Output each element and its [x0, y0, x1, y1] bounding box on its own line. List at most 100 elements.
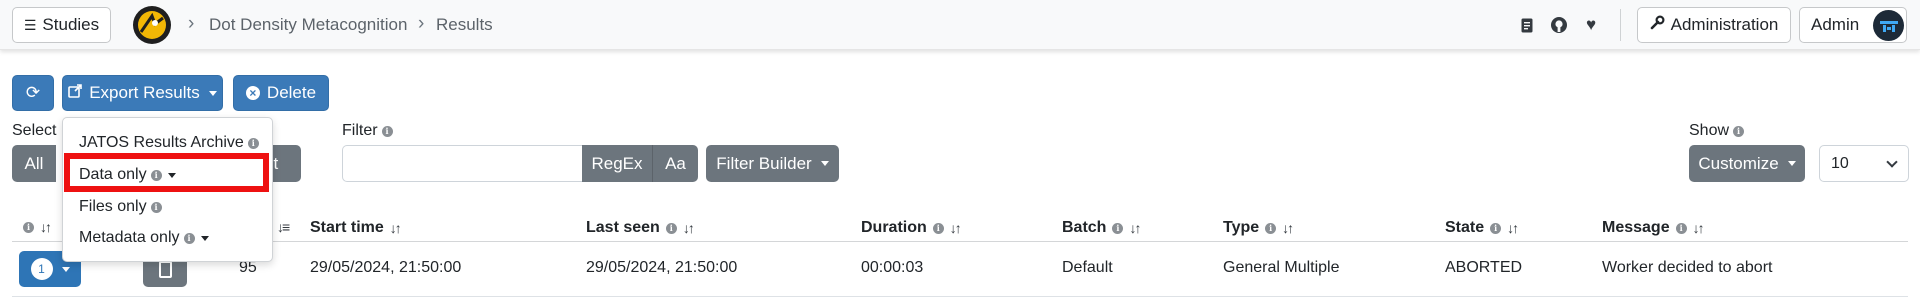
- sort-icon[interactable]: ↓↑: [1693, 220, 1705, 236]
- sort-icon[interactable]: ↓↑: [683, 220, 695, 236]
- x-circle-icon: ×: [245, 86, 260, 100]
- info-icon[interactable]: i: [150, 201, 162, 213]
- export-results-label: Export Results: [89, 83, 200, 102]
- menu-item-jatos-archive[interactable]: JATOS Results Archive i: [79, 134, 259, 152]
- cell-batch: Default: [1062, 259, 1113, 276]
- highlight-box: [64, 153, 269, 192]
- breadcrumb-study[interactable]: Dot Density Metacognition: [209, 15, 407, 35]
- top-navbar: ☰ Studies › Dot Density Metacognition › …: [0, 0, 1920, 50]
- show-label: Show i: [1689, 122, 1745, 140]
- cell-last-seen: 29/05/2024, 21:50:00: [586, 259, 738, 276]
- header-id-column[interactable]: ↓≡: [277, 219, 290, 235]
- refresh-icon: ⟳: [25, 83, 41, 102]
- document-icon[interactable]: [1517, 15, 1537, 35]
- table-header-divider: [12, 241, 1908, 242]
- sort-descending-icon[interactable]: ↓≡: [277, 219, 290, 235]
- menu-item-jatos-archive-label: JATOS Results Archive: [79, 134, 244, 151]
- avatar: [1873, 10, 1904, 41]
- delete-label: Delete: [266, 83, 317, 102]
- info-icon[interactable]: i: [381, 125, 393, 137]
- chevron-down-icon: [208, 90, 217, 96]
- wrench-icon: [1650, 15, 1665, 35]
- sort-icon[interactable]: ↓↑: [1282, 220, 1294, 236]
- header-batch[interactable]: Batch i ↓↑: [1062, 219, 1141, 237]
- menu-item-files-only[interactable]: Files only i: [79, 198, 162, 216]
- checkbox-icon: [158, 260, 172, 278]
- info-icon[interactable]: i: [665, 222, 677, 234]
- cell-start-time: 29/05/2024, 21:50:00: [310, 259, 462, 276]
- page-size-select[interactable]: 10: [1819, 145, 1909, 182]
- header-select-column[interactable]: i ↓↑: [23, 219, 52, 235]
- header-duration[interactable]: Duration i ↓↑: [861, 219, 962, 237]
- info-icon[interactable]: i: [932, 222, 944, 234]
- row-count-badge: 1: [30, 258, 53, 280]
- menu-item-metadata-only-label: Metadata only: [79, 229, 180, 246]
- heart-icon[interactable]: ♥: [1581, 15, 1601, 35]
- sort-icon[interactable]: ↓↑: [1129, 220, 1141, 236]
- info-icon[interactable]: i: [23, 221, 34, 233]
- sort-icon[interactable]: ↓↑: [1507, 220, 1519, 236]
- header-message[interactable]: Message i ↓↑: [1602, 219, 1705, 237]
- studies-button[interactable]: ☰ Studies: [12, 7, 111, 43]
- filter-input[interactable]: [342, 145, 582, 182]
- header-duration-label: Duration: [861, 219, 927, 236]
- user-menu-button[interactable]: Admin: [1799, 7, 1907, 43]
- menu-item-metadata-only[interactable]: Metadata only i: [79, 229, 209, 247]
- regex-toggle[interactable]: RegEx: [582, 145, 652, 182]
- info-icon[interactable]: i: [1675, 222, 1687, 234]
- select-all-button[interactable]: All: [12, 145, 56, 182]
- chevron-down-icon: [820, 161, 829, 166]
- sort-icon[interactable]: ↓↑: [950, 220, 962, 236]
- info-icon[interactable]: i: [1733, 125, 1745, 137]
- chevron-down-icon: [1787, 161, 1796, 166]
- cell-type: General Multiple: [1223, 259, 1340, 276]
- administration-button[interactable]: Administration: [1637, 7, 1791, 43]
- logo-icon[interactable]: [133, 6, 171, 44]
- regex-label: RegEx: [591, 153, 643, 173]
- studies-button-label: Studies: [42, 15, 100, 34]
- select-all-label: All: [24, 153, 44, 173]
- filter-label-text: Filter: [342, 122, 378, 139]
- administration-label: Administration: [1670, 15, 1779, 34]
- refresh-button[interactable]: ⟳: [12, 75, 54, 111]
- info-icon[interactable]: i: [247, 137, 259, 149]
- chevron-down-icon: [61, 266, 70, 272]
- cell-message: Worker decided to abort: [1602, 259, 1773, 276]
- external-link-icon: [68, 83, 83, 103]
- filter-label: Filter i: [342, 122, 393, 140]
- header-last-seen[interactable]: Last seen i ↓↑: [586, 219, 695, 237]
- chevron-down-icon: [200, 235, 209, 241]
- info-icon[interactable]: i: [183, 232, 195, 244]
- filter-builder-label: Filter Builder: [716, 153, 812, 173]
- sort-icon[interactable]: ↓↑: [390, 220, 402, 236]
- customize-button[interactable]: Customize: [1689, 145, 1805, 182]
- chevron-right-icon: ›: [188, 13, 195, 34]
- select-label-text: Select: [12, 122, 57, 139]
- info-icon[interactable]: i: [1265, 222, 1277, 234]
- hamburger-icon: ☰: [23, 16, 37, 33]
- select-label: Select: [12, 122, 56, 140]
- header-start-time-label: Start time: [310, 219, 384, 236]
- menu-item-files-only-label: Files only: [79, 198, 147, 215]
- cell-duration: 00:00:03: [861, 259, 924, 276]
- header-start-time[interactable]: Start time ↓↑: [310, 219, 402, 237]
- delete-button[interactable]: × Delete: [233, 75, 329, 111]
- header-state[interactable]: State i ↓↑: [1445, 219, 1519, 237]
- customize-label: Customize: [1698, 153, 1779, 173]
- show-label-text: Show: [1689, 122, 1730, 139]
- header-type-label: Type: [1223, 219, 1260, 236]
- case-sensitive-toggle[interactable]: Aa: [652, 145, 698, 182]
- filter-builder-button[interactable]: Filter Builder: [706, 145, 839, 182]
- breadcrumb-results: Results: [436, 15, 493, 34]
- export-results-button[interactable]: Export Results: [62, 75, 223, 111]
- user-label: Admin: [1811, 15, 1860, 34]
- info-icon[interactable]: i: [1490, 222, 1502, 234]
- header-type[interactable]: Type i ↓↑: [1223, 219, 1294, 237]
- header-batch-label: Batch: [1062, 219, 1107, 236]
- github-icon[interactable]: [1549, 15, 1569, 35]
- sort-icon[interactable]: ↓↑: [40, 219, 52, 235]
- chevron-down-icon: [1886, 156, 1898, 168]
- chevron-right-icon: ›: [418, 13, 425, 34]
- cell-state: ABORTED: [1445, 259, 1523, 276]
- info-icon[interactable]: i: [1112, 222, 1124, 234]
